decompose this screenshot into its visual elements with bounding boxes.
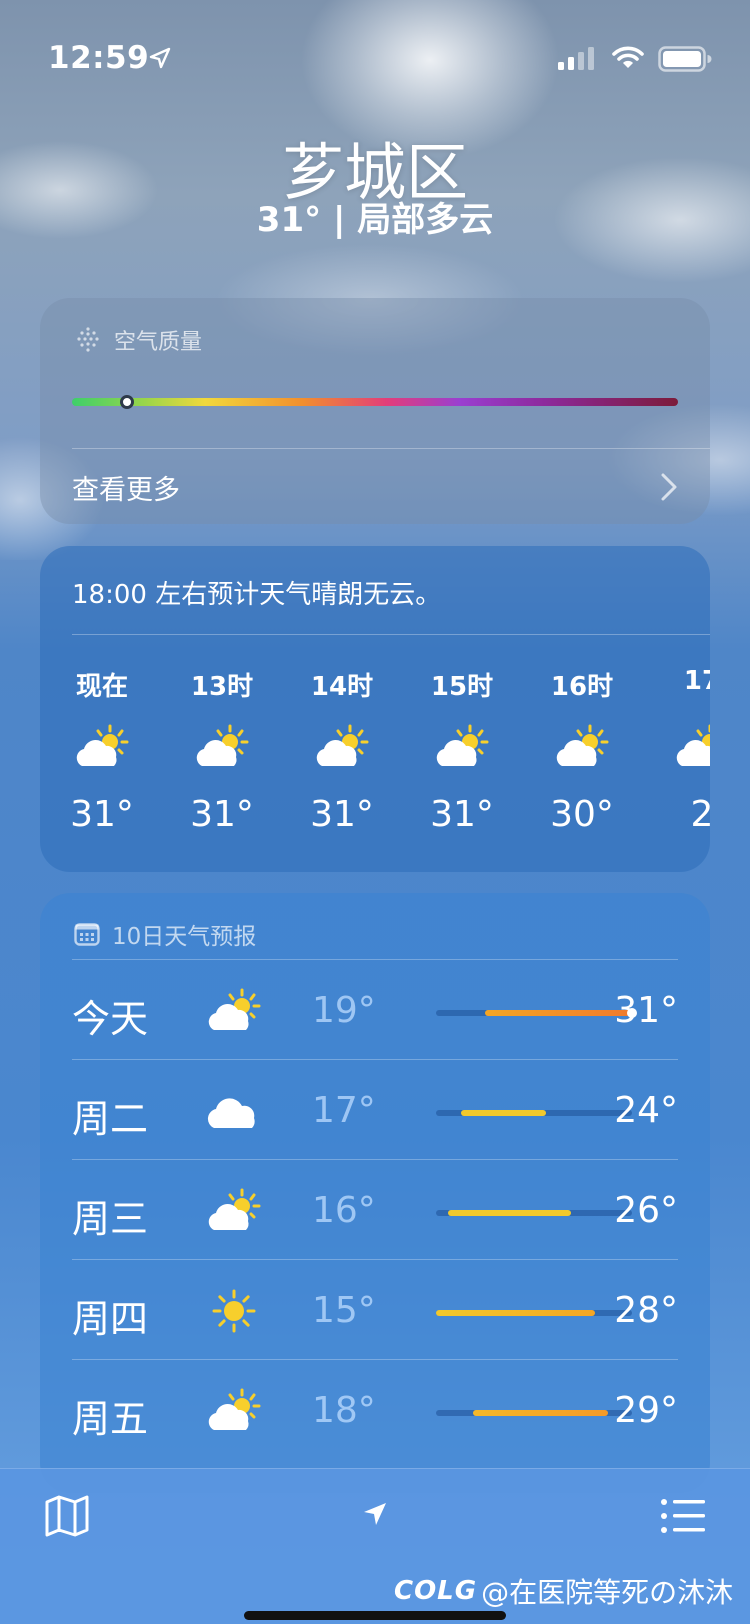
low-temp: 18° [312,1390,376,1431]
partly-cloudy-icon [204,1388,264,1434]
forecast-summary: 18:00 左右预计天气晴朗无云。 [72,580,442,610]
hour-label: 现在 [75,672,128,702]
hourly-item: 17 2 [654,666,710,835]
watermark-logo: COLG [394,1576,478,1606]
hour-temp: 31° [430,794,494,835]
temp-range-fill [448,1210,571,1216]
status-bar: 12:59 [0,40,750,80]
map-icon[interactable] [44,1495,90,1537]
home-indicator[interactable] [244,1611,506,1620]
day-row[interactable]: 周三 16° 26° [72,1159,678,1259]
cellular-signal-icon [558,47,594,70]
day-row[interactable]: 周二 17° 24° [72,1059,678,1159]
status-time: 12:59 [48,40,150,76]
air-quality-icon [77,327,99,352]
hour-temp: 2 [690,794,710,835]
temp-range-fill [436,1310,596,1316]
temp-range-bar [436,1310,632,1316]
see-more-link[interactable]: 查看更多 [72,468,180,507]
low-temp: 16° [312,1190,376,1231]
temp-range-fill [472,1410,608,1416]
watermark: COLG @在医院等死の沐沐 [394,1571,733,1611]
low-temp: 19° [312,990,376,1031]
air-quality-indicator [119,395,134,409]
location-arrow-icon[interactable] [362,1501,388,1527]
day-row[interactable]: 周四 15° 28° [72,1259,678,1359]
high-temp: 26° [614,1190,678,1231]
cloud-icon [204,1088,264,1134]
partly-cloudy-icon [552,724,612,770]
wifi-icon [612,46,644,68]
low-temp: 15° [312,1290,376,1331]
bottom-toolbar: COLG @在医院等死の沐沐 [0,1468,750,1624]
hourly-item: 16时 30° [534,666,630,835]
day-row[interactable]: 周五 18° 29° [72,1359,678,1459]
partly-cloudy-icon [204,988,264,1034]
air-quality-card[interactable]: 空气质量 查看更多 [40,298,710,524]
day-name: 今天 [72,997,149,1041]
hour-label: 16时 [550,672,614,702]
chevron-right-icon[interactable] [660,472,678,502]
list-icon[interactable] [660,1497,706,1535]
location-services-icon [149,47,171,69]
ten-day-title: 10日天气预报 [112,924,257,950]
partly-cloudy-icon [72,724,132,770]
hourly-item: 13时 31° [174,666,270,835]
temp-range-bar [436,1210,632,1216]
partly-cloudy-icon [672,724,710,770]
day-name: 周二 [72,1097,149,1141]
hour-temp: 31° [70,794,134,835]
hour-label: 15时 [430,672,494,702]
day-name: 周四 [72,1297,149,1341]
hour-temp: 31° [310,794,374,835]
day-name: 周三 [72,1197,149,1241]
divider [72,634,710,635]
partly-cloudy-icon [192,724,252,770]
ten-day-forecast-card[interactable]: 10日天气预报 今天 19° 31° 周二 17° 24° 周三 16° 26° 周四 15° 28°… [40,893,710,1493]
hourly-item: 14时 31° [294,666,390,835]
sun-icon [204,1288,264,1334]
hour-temp: 30° [550,794,614,835]
low-temp: 17° [312,1090,376,1131]
ten-day-header: 10日天气预报 [74,917,256,951]
partly-cloudy-icon [432,724,492,770]
watermark-text: @在医院等死の沐沐 [481,1576,734,1609]
hour-label: 17 [683,666,710,696]
air-quality-header: 空气质量 [74,324,202,356]
hour-label: 13时 [190,672,254,702]
partly-cloudy-icon [204,1188,264,1234]
temp-range-bar [436,1008,637,1018]
high-temp: 24° [614,1090,678,1131]
hourly-item: 15时 31° [414,666,510,835]
temp-range-fill [460,1110,547,1116]
current-condition: 31° | 局部多云 [256,200,494,240]
divider [72,448,710,449]
partly-cloudy-icon [312,724,372,770]
hourly-item: 现在 31° [54,666,150,835]
high-temp: 29° [614,1390,678,1431]
battery-icon [658,46,712,72]
day-name: 周五 [72,1397,149,1441]
high-temp: 31° [614,990,678,1031]
calendar-icon [74,923,100,946]
hour-label: 14时 [310,672,374,702]
temp-range-bar [436,1410,632,1416]
air-quality-scale [72,398,678,406]
temp-range-fill [485,1010,632,1016]
high-temp: 28° [614,1290,678,1331]
day-row[interactable]: 今天 19° 31° [72,959,678,1059]
air-quality-title: 空气质量 [114,330,203,355]
hourly-forecast-card[interactable]: 18:00 左右预计天气晴朗无云。 现在 31° 13时 31° 14时 31° 15时 31… [40,546,710,872]
hour-temp: 31° [190,794,254,835]
temp-range-bar [436,1110,632,1116]
